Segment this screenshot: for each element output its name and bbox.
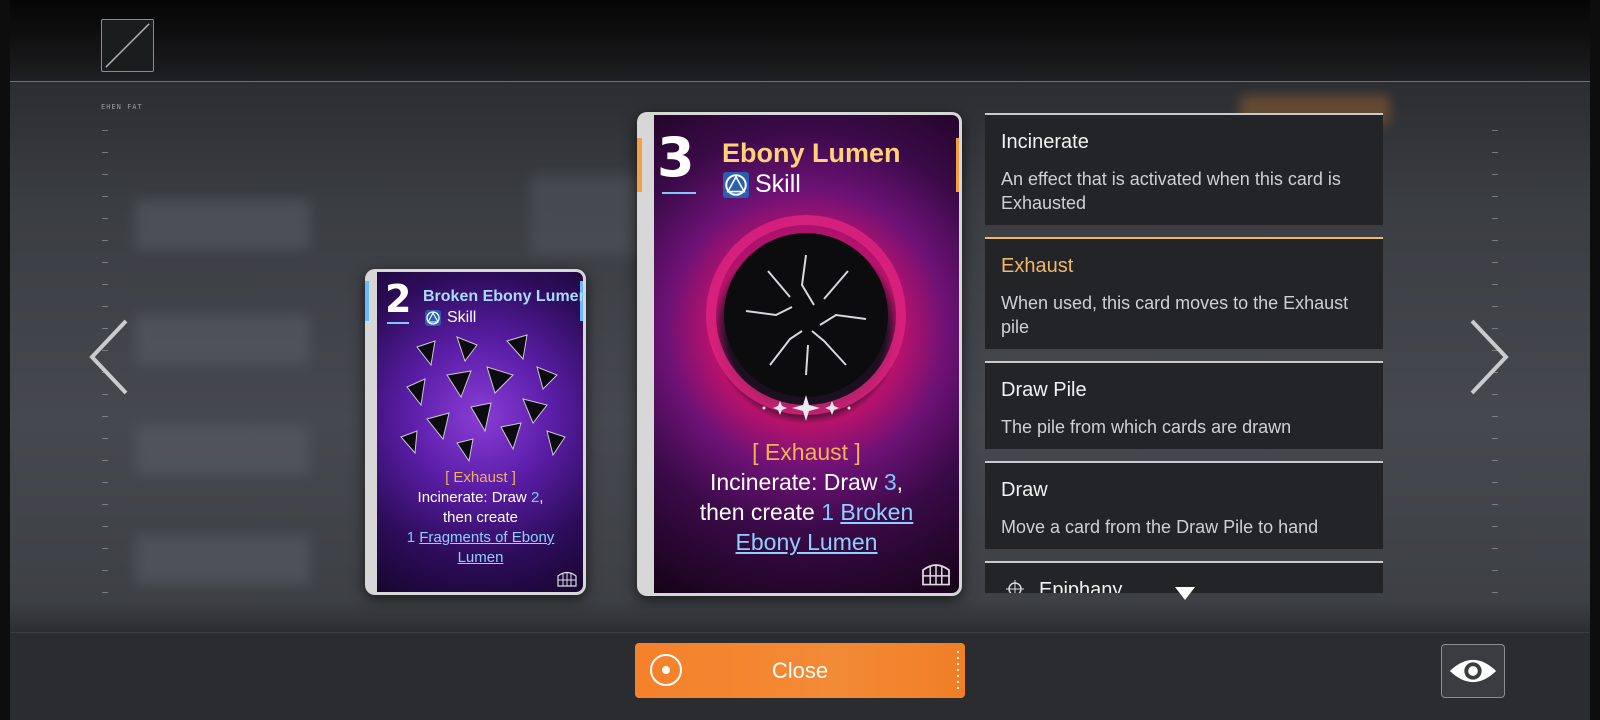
top-bar (10, 0, 1590, 82)
glossary-title: Draw Pile (1001, 379, 1087, 401)
draw-count: 3 (883, 469, 897, 495)
background-blur-panel (530, 175, 640, 255)
button-edge-dots (957, 651, 959, 691)
glossary-description: The pile from which cards are drawn (1001, 417, 1292, 437)
selected-card-ebony-lumen[interactable]: 3 Ebony Lumen Skill [ Exhaust ] Incinera… (637, 112, 962, 596)
background-blur-panel (135, 425, 310, 475)
glossary-description: An effect that is activated when this ca… (1001, 169, 1341, 213)
shattered-shards-art (387, 327, 572, 467)
broken-ebony-lumen-link[interactable]: Broken (840, 499, 913, 525)
card-title: Broken Ebony Lumen (423, 288, 586, 305)
cage-rarity-icon (920, 560, 952, 586)
exhaust-keyword: [ Exhaust ] (445, 469, 516, 486)
close-button-label: Close (771, 658, 829, 683)
glossary-item-draw: Draw Move a card from the Draw Pile to h… (985, 461, 1383, 549)
card-type: Skill (723, 170, 801, 199)
eye-icon[interactable] (1441, 644, 1505, 698)
glossary-title: Exhaust (1001, 255, 1074, 277)
cage-rarity-icon (556, 569, 578, 587)
card-detail-screen: EHEN FAT 2 Broken Ebony Lumen Skill [Ex… (0, 0, 1600, 720)
right-edge (1590, 0, 1600, 720)
card-type: Skill (425, 309, 476, 327)
glossary-title: Incinerate (1001, 131, 1089, 153)
keyword-glossary-panel[interactable]: Incinerate An effect that is activated w… (985, 113, 1383, 593)
glossary-title: Draw (1001, 479, 1048, 501)
background-blur-panel (135, 315, 310, 365)
glossary-description: When used, this card moves to the Exhaus… (1001, 293, 1349, 337)
punctuation: , (896, 469, 904, 495)
cost-underline (387, 322, 409, 324)
punctuation: , (539, 489, 544, 506)
cost-frame-left (637, 138, 642, 192)
fragments-link-cont[interactable]: Lumen (458, 549, 504, 566)
chevron-right-icon[interactable] (1464, 317, 1512, 397)
glossary-item-incinerate: Incinerate An effect that is activated w… (985, 113, 1383, 225)
card-description: [ Exhaust ] Incinerate: Draw 2, then cre… (379, 468, 582, 568)
created-card-line: Ebony Lumen (654, 527, 959, 557)
card-type-label: Skill (755, 170, 801, 198)
create-text: then create (699, 499, 822, 525)
incinerate-text: Incinerate: Draw (709, 469, 884, 495)
sparkle-divider (744, 393, 869, 423)
chevron-left-icon[interactable] (86, 317, 134, 397)
fragments-link[interactable]: Fragments of Ebony (419, 529, 554, 546)
skill-type-icon (723, 171, 749, 198)
skill-type-icon (425, 310, 441, 326)
decorative-label: EHEN FAT (101, 103, 143, 111)
broken-ebony-lumen-link-cont[interactable]: Ebony Lumen (736, 529, 878, 555)
cost-frame-left (365, 281, 369, 321)
cost-underline (662, 192, 696, 194)
frame-slash-icon[interactable] (101, 19, 154, 72)
glossary-description: Move a card from the Draw Pile to hand (1001, 517, 1319, 537)
background-blur-panel (135, 535, 310, 585)
glossary-item-exhaust: Exhaust When used, this card moves to th… (985, 237, 1383, 349)
exhaust-keyword: [ Exhaust ] (752, 439, 861, 465)
scroll-down-icon[interactable] (1175, 587, 1195, 601)
epiphany-icon (1005, 579, 1025, 593)
create-count: 1 (406, 529, 416, 546)
close-button[interactable]: Close (635, 643, 965, 698)
create-line: then create 1 Broken (654, 497, 959, 527)
create-line: then create (442, 509, 519, 526)
card-cost: 3 (657, 126, 695, 189)
related-card-broken-ebony-lumen[interactable]: 2 Broken Ebony Lumen Skill [ Exhaust ] I… (365, 269, 586, 595)
black-orb-art (706, 215, 906, 415)
incinerate-line: Incinerate: Draw 3, (654, 467, 959, 497)
incinerate-text: Incinerate: Draw (417, 489, 531, 506)
glossary-item-draw-pile: Draw Pile The pile from which cards are … (985, 361, 1383, 449)
created-card-line: 1 Fragments of Ebony (379, 528, 582, 548)
card-title: Ebony Lumen (722, 138, 901, 168)
incinerate-line: Incinerate: Draw 2, (379, 488, 582, 508)
created-card-line-2: Lumen (379, 548, 582, 568)
create-count: 1 (821, 499, 834, 525)
glossary-title: Epiphany (1039, 579, 1123, 593)
card-cost: 2 (385, 277, 412, 321)
title-frame-right (956, 138, 959, 192)
left-edge (0, 0, 10, 720)
background-blur-panel (135, 200, 310, 250)
card-description: [ Exhaust ] Incinerate: Draw 3, then cre… (654, 437, 959, 557)
card-type-label: Skill (447, 309, 477, 326)
